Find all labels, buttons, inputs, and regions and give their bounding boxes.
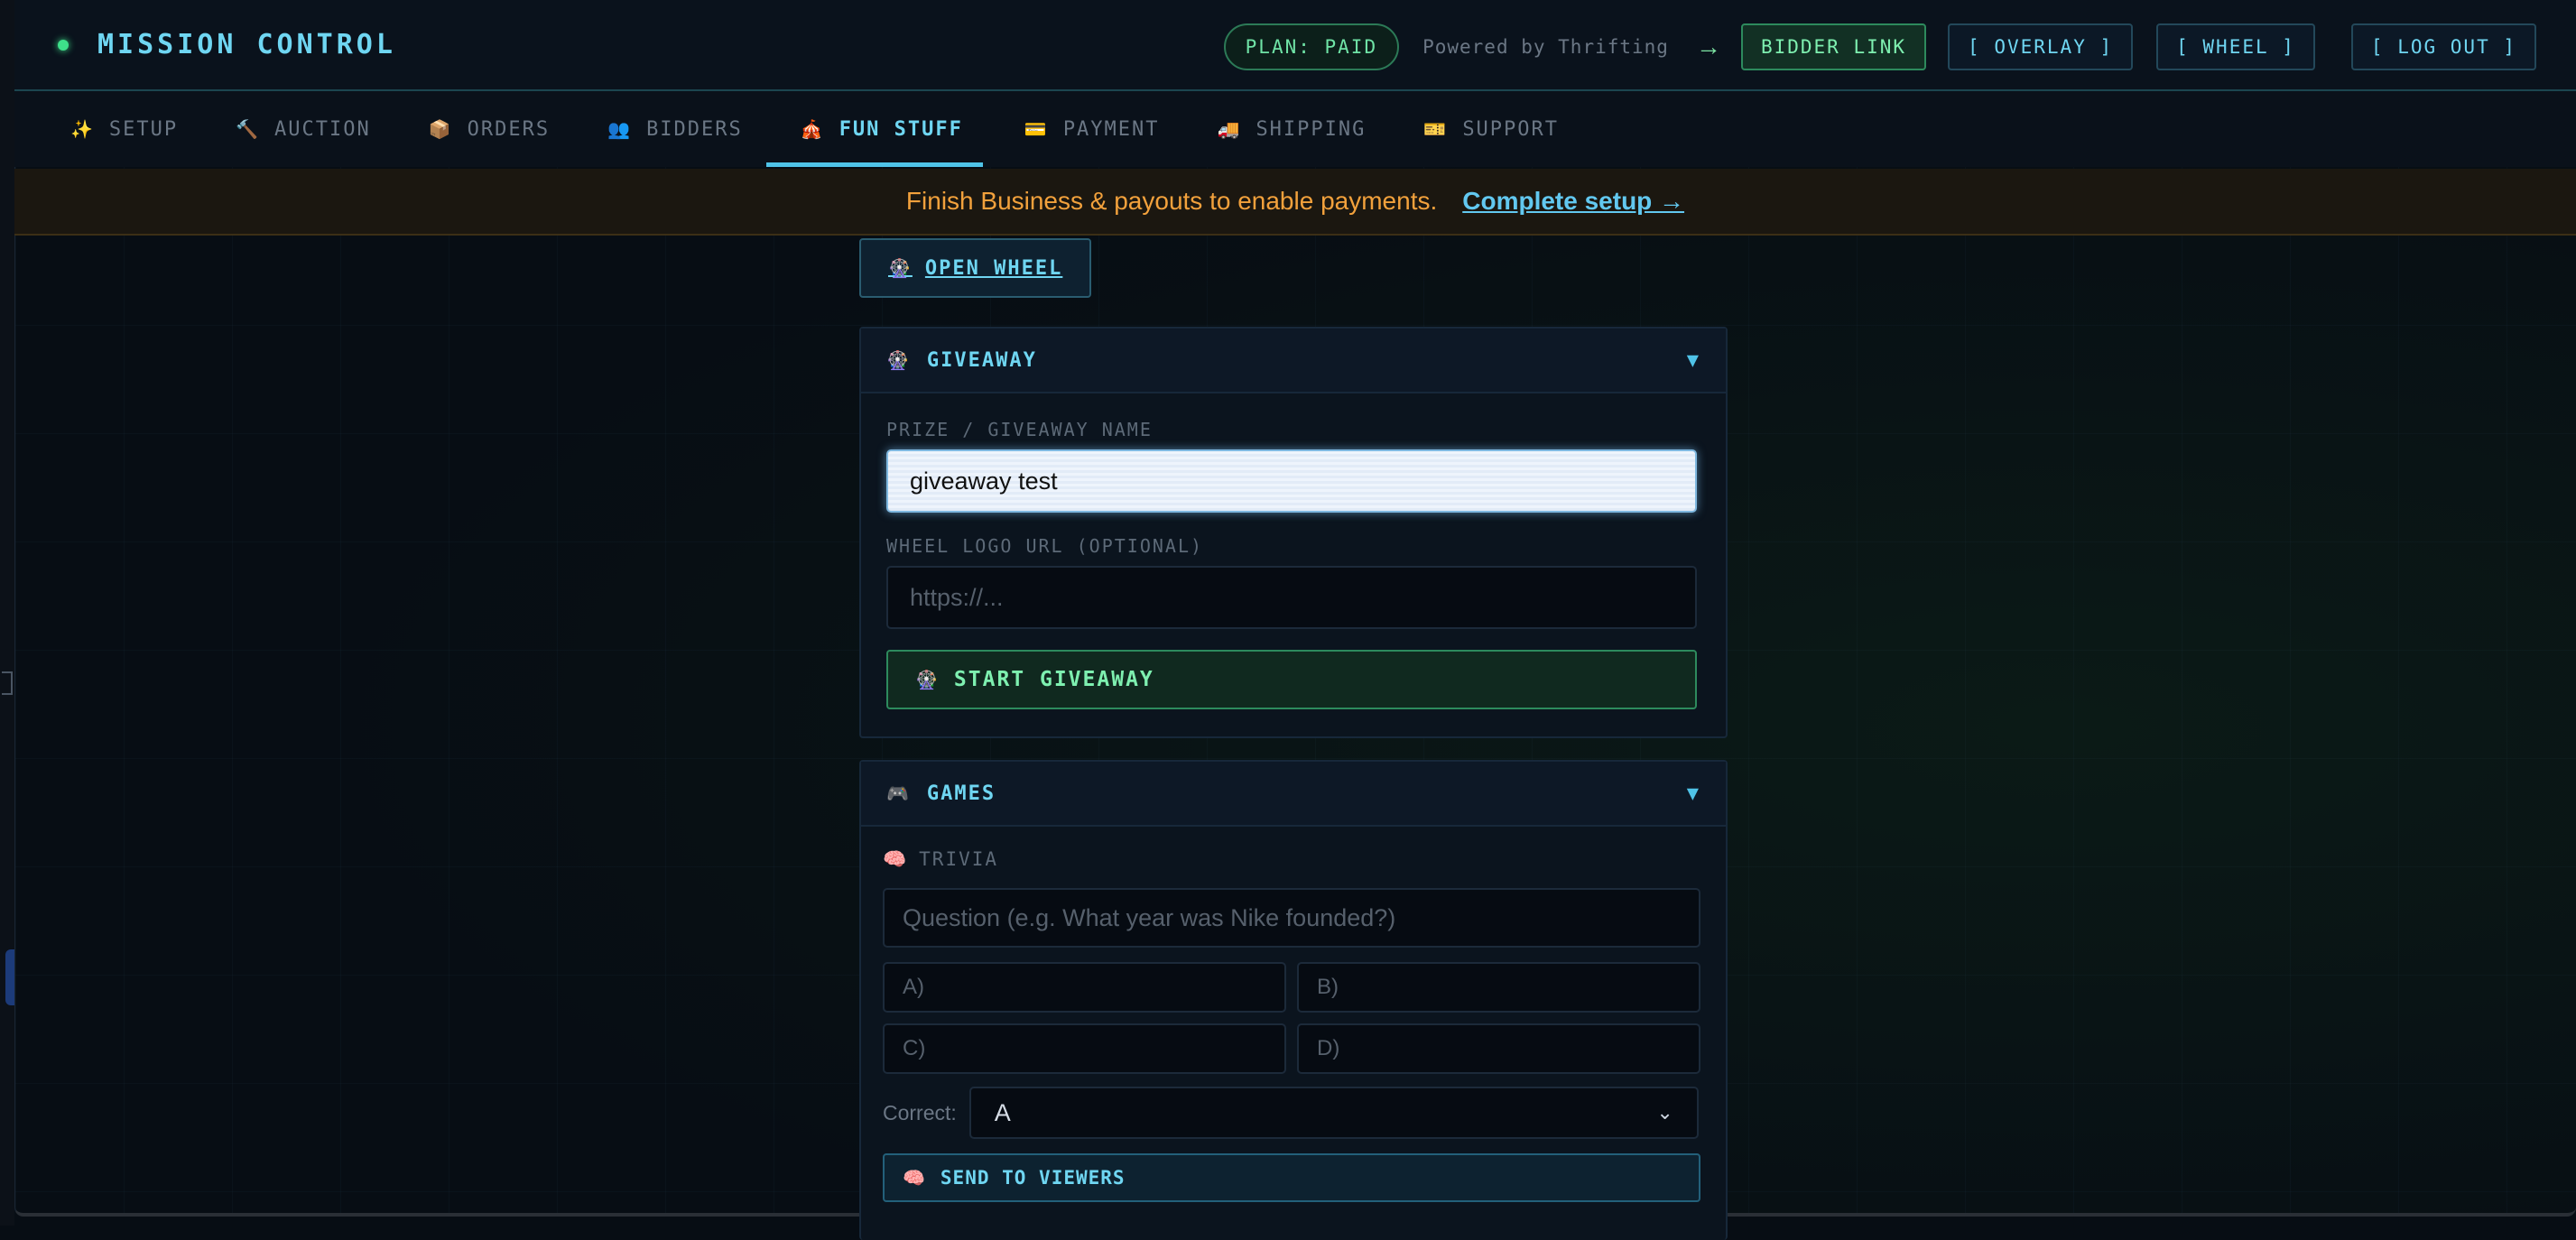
tab-orders[interactable]: 📦 ORDERS	[429, 91, 566, 167]
send-to-viewers-label: SEND TO VIEWERS	[940, 1167, 1126, 1189]
chevron-down-icon[interactable]: ▼	[1687, 782, 1700, 805]
brain-icon: 🧠	[883, 848, 909, 870]
trivia-label: 🧠 TRIVIA	[883, 848, 998, 871]
trivia-title: TRIVIA	[919, 848, 999, 870]
complete-setup-link[interactable]: Complete setup →	[1462, 187, 1684, 216]
tab-label: ORDERS	[467, 117, 551, 141]
open-wheel-button[interactable]: 🎡 OPEN WHEEL	[859, 238, 1092, 298]
start-giveaway-button[interactable]: 🎡 START GIVEAWAY	[886, 650, 1697, 709]
option-b-input[interactable]: B)	[1297, 962, 1700, 1013]
main-tabs: ✨ SETUP 🔨 AUCTION 📦 ORDERS 👥 BIDDERS 🎪 FUN ST…	[14, 91, 2576, 167]
wheel-logo-url-input[interactable]: https://...	[886, 566, 1697, 629]
app-title: MISSION CONTROL	[97, 29, 396, 60]
tab-label: FUN STUFF	[839, 117, 963, 141]
top-bar: MISSION CONTROL PLAN: PAID Powered by Th…	[14, 0, 2576, 91]
fun-stuff-column: 🎡 OPEN WHEEL 🎡 GIVEAWAY ▼ PRIZE / GIVEAW…	[859, 238, 1728, 1240]
tab-label: PAYMENT	[1062, 117, 1160, 141]
option-a-input[interactable]: A)	[883, 962, 1286, 1013]
logout-button[interactable]: [ LOG OUT ]	[2350, 23, 2536, 70]
tab-label: AUCTION	[274, 117, 371, 141]
tab-auction[interactable]: 🔨 AUCTION	[236, 91, 387, 167]
powered-by-text: Powered by Thrifting	[1422, 36, 1669, 58]
sparkles-icon: ✨	[70, 118, 95, 140]
overlay-button[interactable]: [ OVERLAY ]	[1948, 23, 2134, 70]
wheel-icon: 🎡	[888, 257, 913, 279]
giveaway-panel: 🎡 GIVEAWAY ▼ PRIZE / GIVEAWAY NAME givea…	[859, 327, 1728, 738]
setup-banner: Finish Business & payouts to enable paym…	[14, 169, 2576, 236]
brain-icon: 🧠	[903, 1167, 926, 1189]
circus-tent-icon: 🎪	[800, 118, 825, 140]
plan-badge: PLAN: PAID	[1223, 23, 1400, 70]
tab-bidders[interactable]: 👥 BIDDERS	[607, 91, 759, 167]
open-wheel-label: OPEN WHEEL	[924, 256, 1063, 280]
tab-shipping[interactable]: 🚚 SHIPPING	[1218, 91, 1383, 167]
chevron-down-icon[interactable]: ▼	[1687, 349, 1700, 372]
tab-label: SUPPORT	[1462, 117, 1560, 141]
credit-card-icon: 💳	[1024, 118, 1049, 140]
tab-support[interactable]: 🎫 SUPPORT	[1423, 91, 1575, 167]
users-icon: 👥	[607, 118, 633, 140]
window-edge-handle	[2, 671, 13, 695]
tab-setup[interactable]: ✨ SETUP	[70, 91, 194, 167]
top-actions: PLAN: PAID Powered by Thrifting → BIDDER…	[1223, 23, 2536, 70]
gamepad-icon: 🎮	[886, 782, 911, 804]
arrow-right-icon: →	[1695, 32, 1721, 60]
correct-answer-row: Correct: A ⌄	[883, 1087, 1699, 1139]
correct-label: Correct:	[883, 1100, 957, 1124]
send-to-viewers-button[interactable]: 🧠 SEND TO VIEWERS	[883, 1153, 1700, 1202]
correct-answer-value: A	[994, 1098, 1011, 1126]
start-giveaway-label: START GIVEAWAY	[953, 668, 1154, 691]
tab-label: SHIPPING	[1256, 117, 1367, 141]
wheel-logo-label: WHEEL LOGO URL (OPTIONAL)	[886, 535, 1204, 557]
left-window-strip	[0, 0, 14, 1226]
package-icon: 📦	[428, 118, 453, 140]
brand: MISSION CONTROL	[58, 29, 396, 60]
games-panel: 🎮 GAMES ▼ 🧠 TRIVIA Question (e.g. What ye…	[859, 760, 1728, 1240]
games-title: GAMES	[926, 782, 996, 805]
prize-name-label: PRIZE / GIVEAWAY NAME	[886, 419, 1153, 440]
status-dot-icon	[58, 39, 69, 51]
truck-icon: 🚚	[1217, 118, 1242, 140]
bidder-link-button[interactable]: BIDDER LINK	[1740, 23, 1927, 70]
tab-fun-stuff[interactable]: 🎪 FUN STUFF	[765, 91, 984, 167]
window-edge-tab	[5, 949, 14, 1005]
chevron-down-icon: ⌄	[1656, 1101, 1673, 1124]
prize-name-input[interactable]: giveaway test	[886, 449, 1697, 513]
tab-payment[interactable]: 💳 PAYMENT	[1024, 91, 1176, 167]
option-d-input[interactable]: D)	[1297, 1023, 1700, 1074]
trivia-question-input[interactable]: Question (e.g. What year was Nike founde…	[883, 888, 1700, 948]
giveaway-title: GIVEAWAY	[926, 348, 1037, 372]
ticket-icon: 🎫	[1423, 118, 1449, 140]
banner-message: Finish Business & payouts to enable paym…	[905, 187, 1438, 215]
option-c-input[interactable]: C)	[883, 1023, 1286, 1074]
correct-answer-select[interactable]: A ⌄	[968, 1087, 1699, 1139]
wheel-icon: 🎡	[886, 349, 911, 371]
tab-label: BIDDERS	[646, 117, 743, 141]
wheel-button[interactable]: [ WHEEL ]	[2156, 23, 2315, 70]
wheel-icon: 🎡	[915, 669, 940, 690]
hammer-icon: 🔨	[236, 118, 261, 140]
games-header[interactable]: 🎮 GAMES ▼	[861, 762, 1726, 827]
giveaway-header[interactable]: 🎡 GIVEAWAY ▼	[861, 329, 1726, 393]
tab-label: SETUP	[108, 117, 179, 141]
